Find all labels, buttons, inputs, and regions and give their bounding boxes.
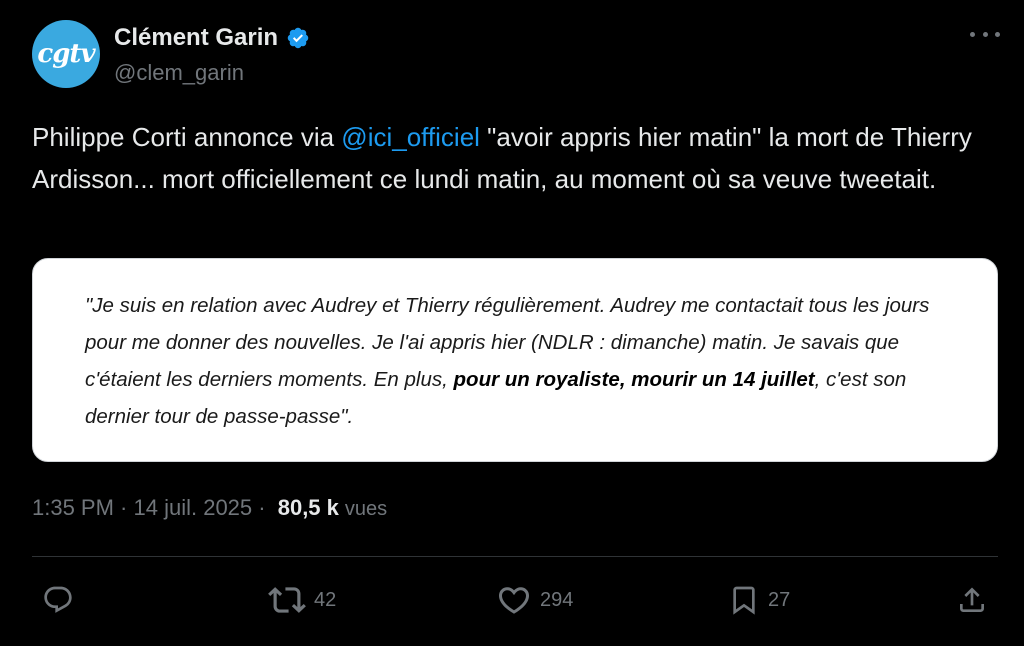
- mention-link[interactable]: @ici_officiel: [341, 122, 480, 152]
- author-name[interactable]: Clément Garin: [114, 24, 310, 52]
- heart-icon: [498, 587, 530, 614]
- like-count: 294: [540, 588, 574, 611]
- bookmark-button[interactable]: 27: [728, 578, 790, 622]
- dot-icon: [982, 31, 988, 37]
- repost-button[interactable]: 42: [268, 578, 336, 622]
- bookmark-count: 27: [768, 588, 791, 611]
- divider: [32, 556, 998, 557]
- repost-count: 42: [314, 588, 337, 611]
- quote-text: "Je suis en relation avec Audrey et Thie…: [85, 287, 965, 435]
- tweet-time[interactable]: 1:35 PM: [32, 495, 114, 521]
- share-icon: [960, 587, 984, 612]
- views-label: vues: [344, 498, 388, 520]
- meta-separator: ·: [252, 495, 272, 520]
- action-bar: 42 294 27: [0, 578, 1024, 622]
- avatar-logo-text: cgtv: [37, 39, 95, 69]
- more-options-button[interactable]: [970, 24, 1000, 44]
- tweet-text: Philippe Corti annonce via @ici_officiel…: [32, 116, 992, 200]
- views-count: 80,5 k: [277, 495, 339, 520]
- author-name-text[interactable]: Clément Garin: [114, 24, 278, 52]
- tweet: cgtv Clément Garin @clem_garin Philippe …: [0, 0, 1024, 646]
- tweet-meta: 1:35 PM · 14 juil. 2025 · 80,5 k vues: [32, 495, 387, 521]
- verified-badge-icon: [287, 27, 309, 49]
- repost-icon: [268, 587, 306, 613]
- quote-bold: pour un royaliste, mourir un 14 juillet: [453, 368, 815, 391]
- author-handle[interactable]: @clem_garin: [114, 60, 244, 86]
- dot-icon: [970, 31, 975, 37]
- tweet-text-before: Philippe Corti annonce via: [32, 122, 342, 152]
- avatar[interactable]: cgtv: [32, 20, 100, 88]
- reply-icon: [44, 586, 72, 613]
- quote-image[interactable]: "Je suis en relation avec Audrey et Thie…: [32, 258, 998, 462]
- share-button[interactable]: [956, 578, 988, 622]
- meta-separator: ·: [113, 495, 134, 520]
- bookmark-icon: [733, 586, 755, 615]
- like-button[interactable]: 294: [496, 578, 573, 622]
- tweet-date[interactable]: 14 juil. 2025: [134, 495, 253, 521]
- reply-button[interactable]: [42, 578, 74, 622]
- dot-icon: [995, 31, 1000, 37]
